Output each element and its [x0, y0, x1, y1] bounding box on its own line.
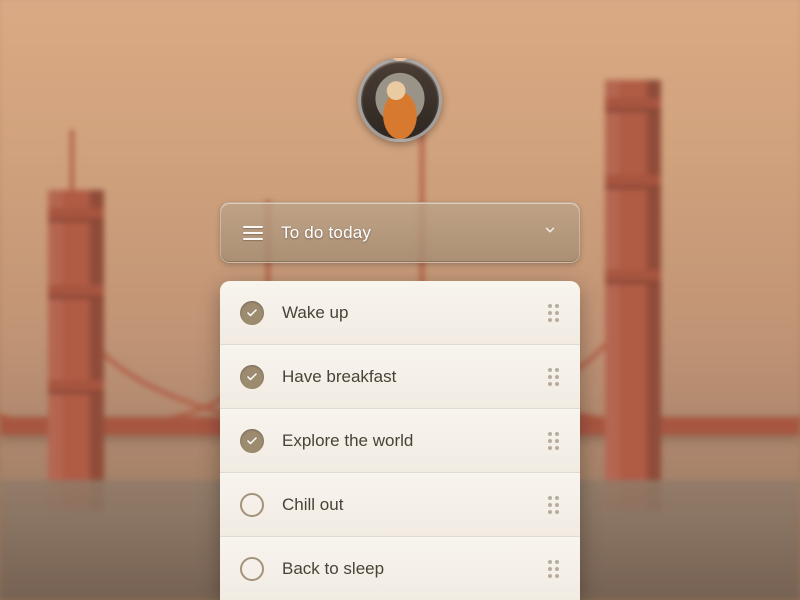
- task-checkbox[interactable]: [240, 557, 264, 581]
- task-item[interactable]: Back to sleep: [220, 537, 580, 600]
- task-checkbox[interactable]: [240, 429, 264, 453]
- task-label: Chill out: [282, 495, 548, 515]
- task-item[interactable]: Have breakfast: [220, 345, 580, 409]
- task-checkbox[interactable]: [240, 493, 264, 517]
- task-label: Wake up: [282, 303, 548, 323]
- task-label: Explore the world: [282, 431, 548, 451]
- dropdown-label: To do today: [281, 223, 543, 243]
- avatar[interactable]: [358, 58, 442, 142]
- drag-handle-icon[interactable]: [548, 496, 560, 514]
- drag-handle-icon[interactable]: [548, 304, 560, 322]
- menu-icon: [243, 226, 263, 240]
- task-item[interactable]: Wake up: [220, 281, 580, 345]
- task-item[interactable]: Explore the world: [220, 409, 580, 473]
- task-checkbox[interactable]: [240, 301, 264, 325]
- task-list: Wake up Have breakfast Explore the world…: [220, 281, 580, 600]
- task-label: Have breakfast: [282, 367, 548, 387]
- drag-handle-icon[interactable]: [548, 560, 560, 578]
- task-label: Back to sleep: [282, 559, 548, 579]
- drag-handle-icon[interactable]: [548, 432, 560, 450]
- drag-handle-icon[interactable]: [548, 368, 560, 386]
- task-item[interactable]: Chill out: [220, 473, 580, 537]
- list-selector-dropdown[interactable]: To do today: [220, 202, 580, 264]
- task-checkbox[interactable]: [240, 365, 264, 389]
- chevron-down-icon: [543, 223, 557, 242]
